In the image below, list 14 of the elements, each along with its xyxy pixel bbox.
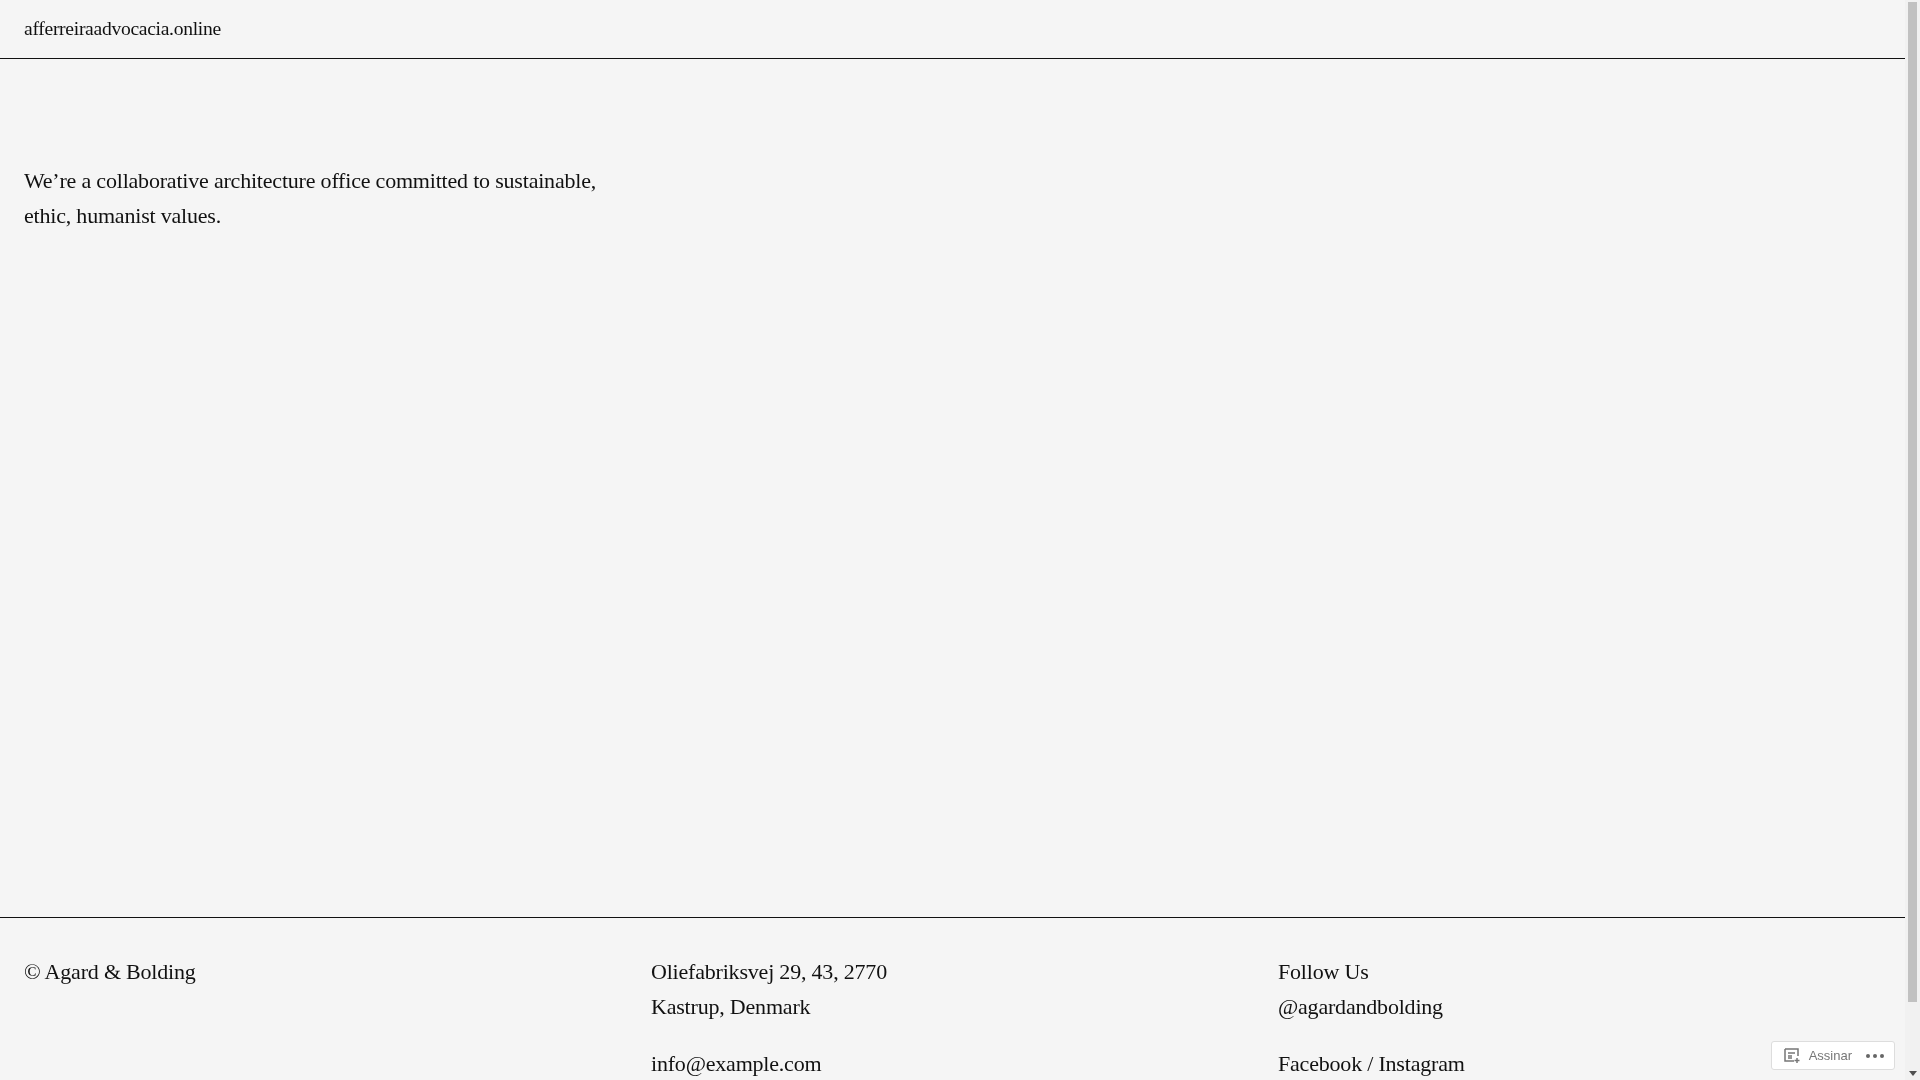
footer-text: @agardandbolding xyxy=(1278,993,1443,1021)
scroll-down-icon[interactable] xyxy=(1908,1071,1917,1076)
scrollbar[interactable] xyxy=(1905,0,1920,1080)
reader-icon xyxy=(1783,1048,1801,1063)
footer-text: info@example.com xyxy=(651,1050,822,1078)
subscribe-button[interactable]: Assinar xyxy=(1783,1048,1852,1063)
footer-text: Oliefabriksvej 29, 43, 2770 xyxy=(651,958,887,986)
intro-text: We’re a collaborative architecture office committed to sustainable, ethic, humanist values. xyxy=(24,167,598,230)
footer-text: Facebook / Instagram xyxy=(1278,1050,1465,1078)
footer-text: © Agard & Bolding xyxy=(24,958,196,986)
site-title[interactable]: afferreiraadvocacia.online xyxy=(24,18,221,40)
more-icon[interactable] xyxy=(1866,1053,1884,1058)
footer-text: Kastrup, Denmark xyxy=(651,993,811,1021)
footer-text: Follow Us xyxy=(1278,958,1369,986)
